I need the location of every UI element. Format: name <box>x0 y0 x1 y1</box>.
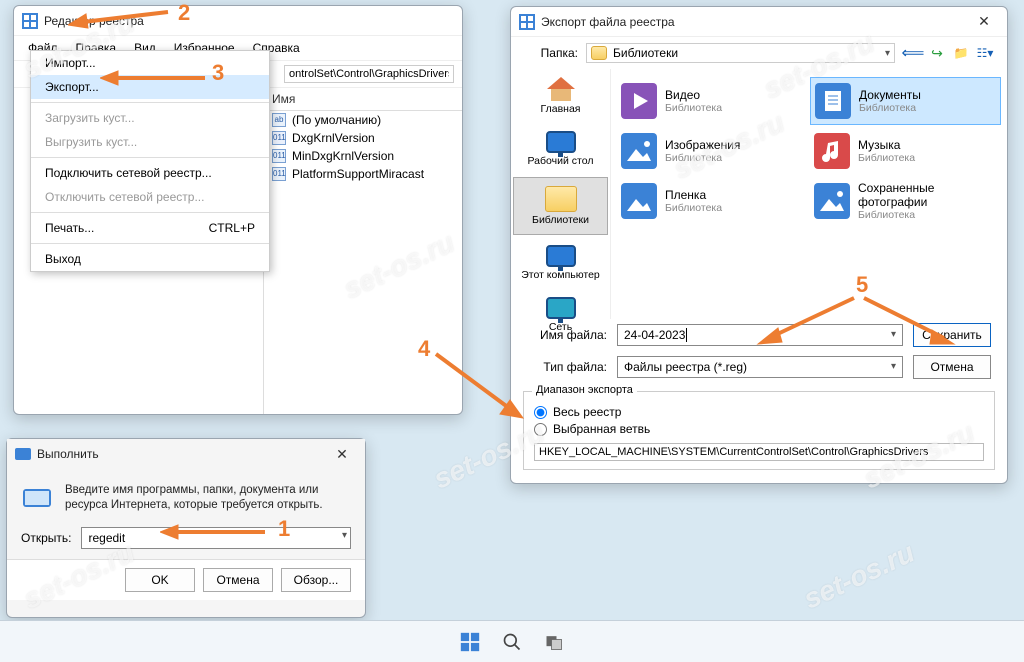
folder-combo[interactable]: Библиотеки ▾ <box>586 43 895 63</box>
arrow-1 <box>160 522 270 542</box>
radio-all[interactable]: Весь реестр <box>534 405 984 419</box>
run-titlebar[interactable]: Выполнить ✕ <box>7 439 365 469</box>
file-list[interactable]: ВидеоБиблиотека ДокументыБиблиотека Изоб… <box>611 69 1007 319</box>
documents-icon <box>815 83 851 119</box>
filetype-label: Тип файла: <box>527 360 607 374</box>
run-icon <box>15 446 31 462</box>
export-range-group: Диапазон экспорта Весь реестр Выбранная … <box>523 391 995 470</box>
back-icon[interactable]: ⟸ <box>903 43 923 63</box>
taskview-icon[interactable] <box>542 630 566 654</box>
export-titlebar[interactable]: Экспорт файла реестра ✕ <box>511 7 1007 37</box>
menu-load-hive: Загрузить куст... <box>31 106 269 130</box>
place-libraries[interactable]: Библиотеки <box>513 177 608 235</box>
chevron-down-icon[interactable]: ▾ <box>891 361 896 372</box>
music-icon <box>814 133 850 169</box>
photos-icon <box>814 183 850 219</box>
menu-disconnect-net: Отключить сетевой реестр... <box>31 185 269 209</box>
col-name[interactable]: Имя <box>264 88 462 111</box>
browse-button[interactable]: Обзор... <box>281 568 351 592</box>
export-registry-dialog: Экспорт файла реестра ✕ Папка: Библиотек… <box>510 6 1008 484</box>
lib-saved-photos[interactable]: Сохраненные фотографииБиблиотека <box>810 177 1001 225</box>
view-icon[interactable]: ☷▾ <box>975 43 995 63</box>
run-title: Выполнить <box>37 447 327 461</box>
filetype-combo[interactable]: Файлы реестра (*.reg)▾ <box>617 356 903 378</box>
export-title: Экспорт файла реестра <box>541 15 969 29</box>
ok-button[interactable]: OK <box>125 568 195 592</box>
range-legend: Диапазон экспорта <box>532 384 637 396</box>
video-icon <box>621 83 657 119</box>
radio-branch[interactable]: Выбранная ветвь <box>534 422 984 436</box>
arrow-3 <box>100 68 210 88</box>
menu-connect-net[interactable]: Подключить сетевой реестр... <box>31 161 269 185</box>
start-button[interactable] <box>458 630 482 654</box>
close-icon[interactable]: ✕ <box>969 13 999 30</box>
menu-unload-hive: Выгрузить куст... <box>31 130 269 154</box>
dword-icon: 011 <box>272 167 286 181</box>
chevron-down-icon[interactable]: ▾ <box>342 530 347 541</box>
radio-branch-input[interactable] <box>534 423 547 436</box>
new-folder-icon[interactable]: 📁 <box>951 43 971 63</box>
num-5: 5 <box>856 272 868 298</box>
menu-print[interactable]: Печать...CTRL+P <box>31 216 269 240</box>
up-icon[interactable]: ↪ <box>927 43 947 63</box>
folder-label: Папка: <box>523 46 578 60</box>
place-desktop[interactable]: Рабочий стол <box>511 123 610 175</box>
places-bar: Главная Рабочий стол Библиотеки Этот ком… <box>511 69 611 319</box>
value-row[interactable]: ab(По умолчанию) <box>264 111 462 129</box>
lib-music[interactable]: МузыкаБиблиотека <box>810 127 1001 175</box>
string-icon: ab <box>272 113 286 127</box>
film-icon <box>621 183 657 219</box>
arrow-4 <box>428 346 528 426</box>
taskbar[interactable] <box>0 620 1024 662</box>
lib-video[interactable]: ВидеоБиблиотека <box>617 77 808 125</box>
lib-images[interactable]: ИзображенияБиблиотека <box>617 127 808 175</box>
arrow-5 <box>754 290 964 350</box>
num-2: 2 <box>178 0 190 26</box>
filename-label: Имя файла: <box>527 328 607 342</box>
open-label: Открыть: <box>21 531 71 545</box>
arrow-2 <box>68 0 178 30</box>
regedit-address-input[interactable] <box>284 65 454 83</box>
num-1: 1 <box>278 516 290 542</box>
dword-icon: 011 <box>272 149 286 163</box>
branch-path-input[interactable] <box>534 443 984 461</box>
lib-film[interactable]: ПленкаБиблиотека <box>617 177 808 225</box>
cancel-button[interactable]: Отмена <box>203 568 273 592</box>
cancel-button[interactable]: Отмена <box>913 355 991 379</box>
place-thispc[interactable]: Этот компьютер <box>511 237 610 289</box>
images-icon <box>621 133 657 169</box>
watermark: set-os.ru <box>799 537 920 616</box>
value-row[interactable]: 011PlatformSupportMiracast <box>264 165 462 183</box>
run-desc: Введите имя программы, папки, документа … <box>65 483 351 515</box>
folder-icon <box>591 46 607 60</box>
menu-exit[interactable]: Выход <box>31 247 269 271</box>
radio-all-input[interactable] <box>534 406 547 419</box>
lib-documents[interactable]: ДокументыБиблиотека <box>810 77 1001 125</box>
regedit-icon <box>22 13 38 29</box>
value-row[interactable]: 011DxgKrnlVersion <box>264 129 462 147</box>
place-home[interactable]: Главная <box>511 69 610 123</box>
search-icon[interactable] <box>500 630 524 654</box>
value-row[interactable]: 011MinDxgKrnlVersion <box>264 147 462 165</box>
dword-icon: 011 <box>272 131 286 145</box>
regedit-icon <box>519 14 535 30</box>
close-icon[interactable]: ✕ <box>327 446 357 463</box>
num-3: 3 <box>212 60 224 86</box>
chevron-down-icon[interactable]: ▾ <box>885 48 890 59</box>
num-4: 4 <box>418 336 430 362</box>
run-big-icon <box>21 483 53 515</box>
